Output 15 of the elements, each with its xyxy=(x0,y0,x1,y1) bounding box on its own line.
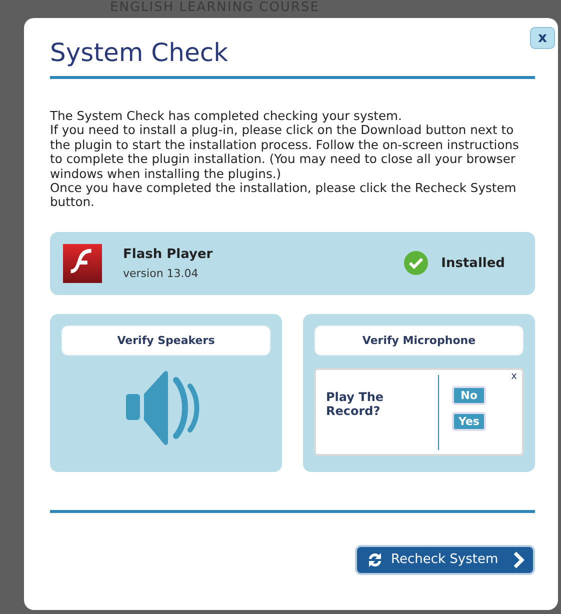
close-button[interactable]: x xyxy=(530,27,555,49)
instruction-text: If you need to install a plug-in, please click on the Download button next to the plugin to start the installation process. Follow the on-screen instructions to complete the plugin installation. (You may need to close all your browser windows when installing the plugins.) xyxy=(50,123,520,182)
verify-microphone-button[interactable]: Verify Microphone xyxy=(314,324,524,356)
plugin-status: Installed xyxy=(441,256,505,271)
prompt-question: Play The Record? xyxy=(326,390,385,418)
verify-speakers-button[interactable]: Verify Speakers xyxy=(61,324,271,356)
plugin-name: Flash Player xyxy=(123,246,214,262)
plugin-version: version 13.04 xyxy=(123,266,200,280)
recheck-system-button[interactable]: Recheck System xyxy=(355,544,535,575)
flash-logo-icon xyxy=(63,244,102,283)
close-button[interactable]: x xyxy=(511,370,517,382)
instruction-text: Once you have completed the installation, please click the Recheck System button. xyxy=(50,181,518,210)
dialog-title: System Check xyxy=(50,37,230,69)
instruction-text: The System Check has completed checking your system. xyxy=(50,109,403,124)
chevron-right-icon xyxy=(513,550,525,569)
